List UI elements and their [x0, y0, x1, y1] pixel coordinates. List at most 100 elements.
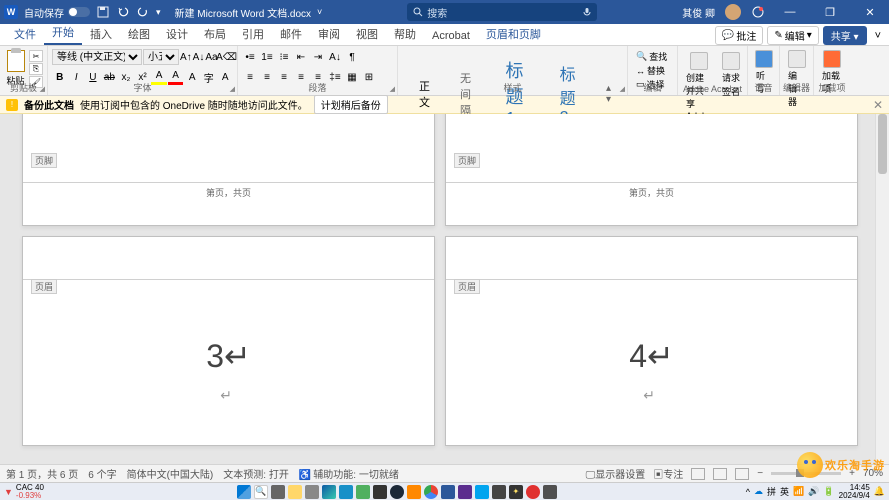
editing-button[interactable]: ✎编辑▾ — [767, 26, 818, 45]
text-predict-status[interactable]: 文本预测: 打开 — [223, 466, 289, 481]
steam-icon[interactable] — [390, 485, 404, 499]
comments-button[interactable]: 💬批注 — [715, 26, 763, 45]
user-avatar[interactable] — [725, 4, 741, 20]
tab-acrobat[interactable]: Acrobat — [424, 27, 478, 45]
word-count[interactable]: 6 个字 — [88, 466, 116, 481]
bullet-list-button[interactable]: •≡ — [242, 49, 258, 65]
dialog-launcher-icon[interactable]: ◢ — [390, 85, 395, 93]
mic-icon[interactable] — [583, 7, 591, 17]
battery-icon[interactable]: 🔋 — [823, 486, 834, 497]
notifications-icon[interactable] — [751, 5, 765, 19]
volume-icon[interactable]: 🔊 — [808, 486, 819, 497]
word-taskbar-icon[interactable] — [441, 485, 455, 499]
tab-review[interactable]: 审阅 — [310, 23, 348, 45]
copy-button[interactable]: ⎘ — [29, 63, 43, 75]
notification-center-icon[interactable]: 🔔 — [874, 486, 885, 497]
restore-button[interactable]: ❐ — [815, 0, 845, 24]
onedrive-tray-icon[interactable]: ☁ — [754, 486, 763, 497]
vertical-scrollbar[interactable] — [875, 114, 889, 464]
toggle-switch-icon[interactable] — [68, 7, 90, 17]
page-4[interactable]: 页眉 4↵ ↵ — [445, 236, 858, 446]
page-2[interactable]: 页脚 第页，共页 — [445, 114, 858, 226]
read-mode-button[interactable] — [691, 468, 705, 480]
number-list-button[interactable]: 1≡ — [259, 49, 275, 65]
footer-text[interactable]: 第页，共页 — [23, 186, 434, 199]
dialog-launcher-icon[interactable]: ◢ — [620, 85, 625, 93]
undo-icon[interactable] — [116, 5, 130, 19]
wifi-icon[interactable]: 📶 — [793, 486, 804, 497]
tab-layout[interactable]: 布局 — [196, 23, 234, 45]
stock-widget[interactable]: CAC 40 -0.93% — [16, 484, 44, 500]
grow-font-button[interactable]: A↑ — [180, 49, 192, 65]
focus-button[interactable]: ▣专注 — [653, 466, 683, 481]
clear-format-button[interactable]: A⌫ — [219, 49, 235, 65]
pinned-app-icon[interactable] — [526, 485, 540, 499]
tab-design[interactable]: 设计 — [158, 23, 196, 45]
page-1[interactable]: 页脚 第页，共页 — [22, 114, 435, 226]
chrome-icon[interactable] — [424, 485, 438, 499]
shrink-font-button[interactable]: A↓ — [193, 49, 205, 65]
redo-icon[interactable] — [136, 5, 150, 19]
cut-button[interactable]: ✂ — [29, 50, 43, 62]
tray-overflow-icon[interactable]: ^ — [746, 487, 750, 497]
tab-help[interactable]: 帮助 — [386, 23, 424, 45]
tab-references[interactable]: 引用 — [234, 23, 272, 45]
footer-tag[interactable]: 页脚 — [454, 153, 480, 168]
dialog-launcher-icon[interactable]: ◢ — [40, 85, 45, 93]
pinned-app-icon[interactable] — [458, 485, 472, 499]
lang-indicator[interactable]: 拼 — [767, 485, 776, 498]
header-tag[interactable]: 页眉 — [31, 279, 57, 294]
display-settings-button[interactable]: 🖵显示器设置 — [586, 466, 646, 481]
increase-indent-button[interactable]: ⇥ — [310, 49, 326, 65]
search-taskbar-icon[interactable]: 🔍 — [254, 485, 268, 499]
tab-header-footer[interactable]: 页眉和页脚 — [478, 23, 549, 45]
clock[interactable]: 14:45 2024/9/4 — [839, 484, 870, 500]
backup-later-button[interactable]: 计划稍后备份 — [314, 95, 388, 114]
pinned-app-icon[interactable] — [373, 485, 387, 499]
close-button[interactable]: ✕ — [855, 0, 885, 24]
tab-draw[interactable]: 绘图 — [120, 23, 158, 45]
page-3[interactable]: 页眉 3↵ ↵ — [22, 236, 435, 446]
page-content-3[interactable]: 3↵ — [23, 337, 434, 375]
page-content-4[interactable]: 4↵ — [446, 337, 857, 375]
zoom-out-button[interactable]: − — [757, 468, 763, 479]
pinned-app-icon[interactable]: ✦ — [509, 485, 523, 499]
editor-button[interactable]: 编辑器 — [784, 48, 809, 110]
task-view-icon[interactable] — [271, 485, 285, 499]
qat-dropdown-icon[interactable]: ▾ — [156, 7, 161, 18]
accessibility-status[interactable]: ♿辅助功能: 一切就绪 — [299, 466, 399, 481]
save-icon[interactable] — [96, 5, 110, 19]
header-tag[interactable]: 页眉 — [454, 279, 480, 294]
font-name-select[interactable]: 等线 (中文正文) — [52, 49, 142, 65]
find-button[interactable]: 🔍查找 — [636, 50, 669, 63]
print-layout-button[interactable] — [713, 468, 727, 480]
tab-home[interactable]: 开始 — [44, 21, 82, 45]
ime-indicator[interactable]: 英 — [780, 485, 789, 498]
close-warning-button[interactable]: ✕ — [873, 98, 883, 112]
decrease-indent-button[interactable]: ⇤ — [293, 49, 309, 65]
search-input[interactable]: 搜索 — [407, 3, 597, 21]
start-button[interactable] — [237, 485, 251, 499]
tab-mailings[interactable]: 邮件 — [272, 23, 310, 45]
tab-file[interactable]: 文件 — [6, 23, 44, 45]
pinned-app-icon[interactable] — [475, 485, 489, 499]
pinned-app-icon[interactable] — [407, 485, 421, 499]
language-status[interactable]: 简体中文(中国大陆) — [127, 466, 214, 481]
web-layout-button[interactable] — [735, 468, 749, 480]
minimize-button[interactable]: — — [775, 0, 805, 24]
replace-button[interactable]: ↔替换 — [636, 64, 669, 77]
stock-icon[interactable]: ▼ — [4, 487, 13, 497]
pinned-app-icon[interactable] — [492, 485, 506, 499]
dialog-launcher-icon[interactable]: ◢ — [230, 85, 235, 93]
edge-icon[interactable] — [322, 485, 336, 499]
settings-icon[interactable] — [305, 485, 319, 499]
explorer-icon[interactable] — [288, 485, 302, 499]
show-marks-button[interactable]: ¶ — [344, 49, 360, 65]
footer-text[interactable]: 第页，共页 — [446, 186, 857, 199]
collapse-ribbon-icon[interactable]: ˅ — [871, 30, 885, 42]
tab-insert[interactable]: 插入 — [82, 23, 120, 45]
pinned-app-icon[interactable] — [543, 485, 557, 499]
scrollbar-thumb[interactable] — [878, 114, 887, 174]
sort-button[interactable]: A↓ — [327, 49, 343, 65]
page-count[interactable]: 第 1 页，共 6 页 — [6, 466, 78, 481]
